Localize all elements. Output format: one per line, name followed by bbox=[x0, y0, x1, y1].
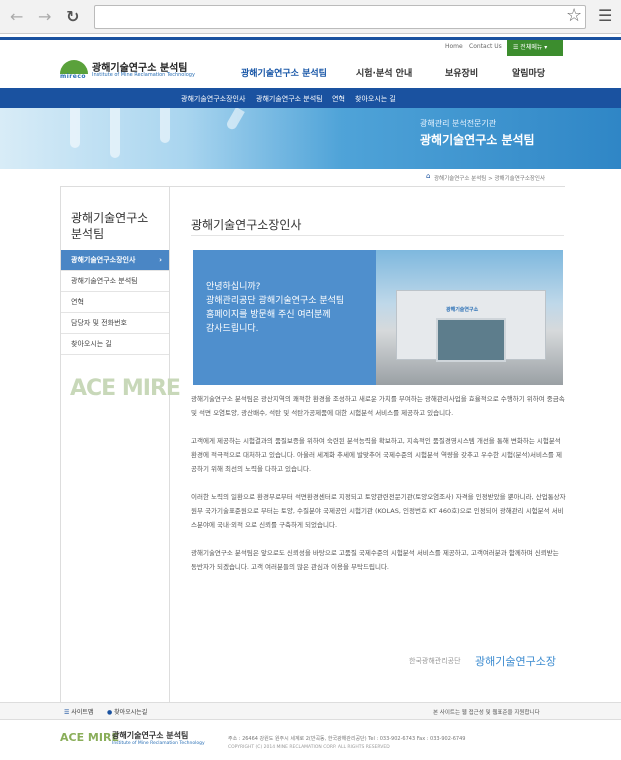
footer-address: 주소 : 26464 강원도 원주시 세계로 2(반곡동, 한국광해관리공단) … bbox=[228, 736, 466, 742]
sidebar-item-label: 광해기술연구소장인사 bbox=[71, 256, 136, 264]
body-paragraph: 이러한 노력의 일환으로 환경부로부터 석면환경센터로 지정되고 토양관련전문기… bbox=[191, 493, 566, 529]
breadcrumb: 광해기술연구소 분석팀 > 광해기술연구소장인사 bbox=[434, 176, 546, 182]
sitemap-link[interactable]: ☰ 사이트맵 bbox=[64, 707, 93, 716]
home-icon[interactable]: ⌂ bbox=[426, 172, 430, 180]
sidebar-title-line1: 광해기술연구소 bbox=[71, 211, 149, 225]
sidebar-item-directions[interactable]: 찾아오시는 길 bbox=[61, 334, 169, 355]
gnb-item-lab[interactable]: 광해기술연구소 분석팀 bbox=[241, 66, 327, 79]
greeting-body: 광해기술연구소 분석팀은 광산지역의 쾌적한 환경을 조성하고 새로운 가치를 … bbox=[191, 392, 566, 588]
reload-icon[interactable]: ↻ bbox=[66, 7, 79, 26]
building-entrance bbox=[436, 318, 506, 362]
subnav-item-directions[interactable]: 찾아오시는 길 bbox=[355, 94, 396, 104]
accessibility-notice: 본 사이트는 웹 접근성 및 웹표준을 지원합니다 bbox=[433, 710, 540, 716]
page-title: 광해기술연구소장인사 bbox=[191, 218, 302, 232]
subnav-item-history[interactable]: 연혁 bbox=[332, 94, 345, 104]
gnb-item-test-guide[interactable]: 시험·분석 안내 bbox=[356, 66, 412, 79]
arrow-right-icon[interactable]: → bbox=[38, 7, 51, 26]
home-link[interactable]: Home bbox=[445, 43, 463, 50]
pipette-image bbox=[225, 108, 245, 132]
title-divider bbox=[191, 235, 564, 236]
subnav-item-team[interactable]: 광해기술연구소 분석팀 bbox=[256, 94, 323, 104]
contact-link[interactable]: Contact Us bbox=[469, 43, 502, 50]
sitemap-label: 사이트맵 bbox=[71, 709, 94, 716]
all-menu-label: 전체메뉴 bbox=[520, 44, 543, 51]
test-tube-image bbox=[70, 108, 80, 148]
directions-label: 찾아오시는길 bbox=[114, 709, 148, 716]
directions-link[interactable]: ● 찾아오시는길 bbox=[107, 707, 147, 716]
address-bar[interactable] bbox=[94, 5, 586, 29]
body-paragraph: 광해기술연구소 분석팀은 앞으로도 신뢰성을 바탕으로 고품질 국제수준의 시험… bbox=[191, 549, 559, 571]
gnb-item-notice[interactable]: 알림마당 bbox=[512, 66, 545, 79]
sidebar-item-label: 담당자 및 전화번호 bbox=[71, 319, 127, 327]
banner-title: 광해기술연구소 분석팀 bbox=[420, 133, 535, 147]
arrow-left-icon[interactable]: ← bbox=[10, 7, 23, 26]
footer-logo-title: 광해기술연구소 분석팀 bbox=[112, 731, 189, 740]
sidebar-item-label: 찾아오시는 길 bbox=[71, 340, 112, 348]
sidebar-item-label: 연혁 bbox=[71, 298, 84, 306]
banner-subtitle: 광해관리 분석전문기관 bbox=[420, 119, 497, 128]
sidebar-item-greeting[interactable]: 광해기술연구소장인사 › bbox=[61, 250, 169, 271]
body-paragraph: 광해기술연구소 분석팀은 광산지역의 쾌적한 환경을 조성하고 새로운 가치를 … bbox=[191, 395, 565, 417]
sidebar-title: 광해기술연구소 분석팀 bbox=[71, 210, 148, 242]
gnb-item-equipment[interactable]: 보유장비 bbox=[445, 66, 478, 79]
chevron-down-icon: ▾ bbox=[542, 44, 548, 51]
sidebar-item-history[interactable]: 연혁 bbox=[61, 292, 169, 313]
footer-logo-subtitle: Institute of Mine Reclamation Technology bbox=[112, 741, 205, 746]
footer-ace-logo: ACE MIRE bbox=[60, 731, 119, 744]
test-tube-image bbox=[110, 108, 120, 158]
logo-subtitle: Institute of Mine Reclamation Technology bbox=[92, 72, 195, 78]
building-photo: 광해기술연구소 bbox=[376, 250, 563, 385]
sidebar-item-label: 광해기술연구소 분석팀 bbox=[71, 277, 138, 285]
test-tube-image bbox=[160, 108, 170, 143]
star-icon[interactable]: ☆ bbox=[566, 5, 582, 26]
browser-toolbar: ← → ↻ ☆ ☰ bbox=[0, 0, 621, 34]
signature-name: 광해기술연구소장 bbox=[475, 655, 556, 668]
hamburger-icon[interactable]: ☰ bbox=[598, 6, 612, 25]
logo-mark-text: mireco bbox=[60, 73, 87, 80]
footer-copyright: COPYRIGHT (C) 2014 MINE RECLAMATION CORP… bbox=[228, 745, 390, 750]
signature-org: 한국광해관리공단 bbox=[409, 657, 461, 665]
greeting-text: 안녕하십니까? 광해관리공단 광해기술연구소 분석팀 홈페이지를 방문해 주신 … bbox=[206, 282, 345, 334]
sidebar-item-contacts[interactable]: 담당자 및 전화번호 bbox=[61, 313, 169, 334]
chevron-right-icon: › bbox=[159, 256, 162, 264]
sidebar-item-team[interactable]: 광해기술연구소 분석팀 bbox=[61, 271, 169, 292]
body-paragraph: 고객에게 제공하는 시험결과의 품질보증을 위하여 숙련된 분석능력을 확보하고… bbox=[191, 437, 562, 473]
sidebar-title-line2: 분석팀 bbox=[71, 227, 105, 241]
building-sign: 광해기술연구소 bbox=[446, 307, 479, 313]
subnav-item-greeting[interactable]: 광해기술연구소장인사 bbox=[181, 94, 245, 104]
logo-mark-icon[interactable] bbox=[60, 60, 88, 74]
all-menu-button[interactable]: ☰ 전체메뉴 ▾ bbox=[507, 40, 563, 56]
ace-mire-logo: ACE MIRE bbox=[70, 376, 181, 401]
